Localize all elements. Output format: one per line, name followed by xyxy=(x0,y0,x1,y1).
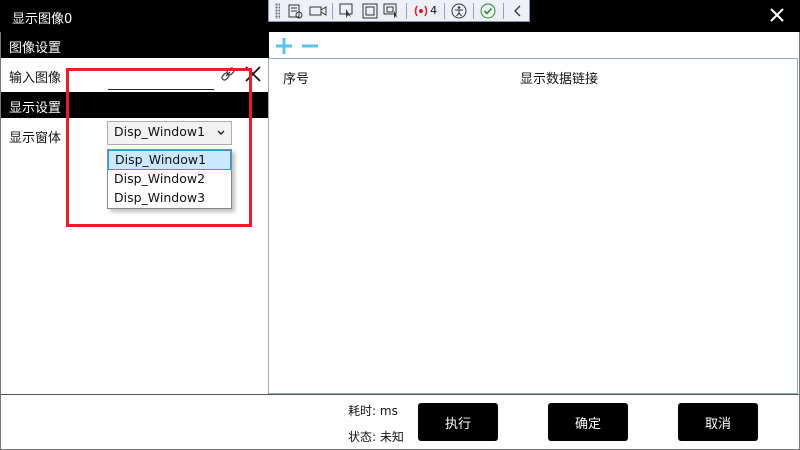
toolbar-separator xyxy=(502,2,504,19)
track-focused-element-icon[interactable] xyxy=(381,1,403,21)
combo-selected-value: Disp_Window1 xyxy=(114,124,206,139)
image-settings-header: 图像设置 xyxy=(1,32,269,58)
grip-handle-icon[interactable] xyxy=(275,2,281,19)
input-image-label: 输入图像 xyxy=(9,71,62,86)
toolbar-separator xyxy=(406,2,408,19)
close-icon[interactable] xyxy=(768,6,786,24)
input-image-field[interactable] xyxy=(108,89,214,90)
live-visual-tree-icon[interactable] xyxy=(284,1,306,21)
debug-toolbar: 4 xyxy=(268,0,530,22)
data-link-panel: 序号 显示数据链接 xyxy=(268,32,798,394)
status-label: 状态: xyxy=(348,430,377,444)
accessibility-icon[interactable] xyxy=(448,1,470,21)
elapsed-time: 耗时: ms xyxy=(348,402,398,419)
status-value: 未知 xyxy=(379,430,404,444)
status-indicator: 状态: 未知 xyxy=(348,428,404,445)
dropdown-option[interactable]: Disp_Window2 xyxy=(108,170,231,190)
toolbar-separator xyxy=(444,2,445,19)
window-title: 显示图像0 xyxy=(12,12,73,27)
elapsed-time-value: ms xyxy=(379,404,398,418)
run-button[interactable]: 执行 xyxy=(418,403,498,441)
property-panel: 图像设置 输入图像 显示设置 显示窗体 xyxy=(0,32,269,394)
clear-link-icon[interactable] xyxy=(244,65,262,83)
dropdown-option[interactable]: Disp_Window3 xyxy=(108,189,231,209)
ok-button[interactable]: 确定 xyxy=(548,403,628,441)
hot-reload-ok-icon[interactable] xyxy=(477,1,499,21)
footer-bar: 耗时: ms 状态: 未知 执行 确定 取消 xyxy=(0,394,800,450)
display-settings-header: 显示设置 xyxy=(1,92,269,118)
display-layout-adorners-icon[interactable] xyxy=(358,1,380,21)
column-header-index[interactable]: 序号 xyxy=(283,68,309,87)
binding-failures-indicator[interactable]: 4 xyxy=(410,4,441,17)
record-video-icon[interactable] xyxy=(307,1,329,21)
cancel-button[interactable]: 取消 xyxy=(678,403,758,441)
binding-failure-count: 4 xyxy=(430,4,438,17)
display-window-label: 显示窗体 xyxy=(9,131,62,146)
collapse-toolbar-icon[interactable] xyxy=(507,1,529,21)
binding-failure-icon xyxy=(414,5,428,16)
elapsed-time-label: 耗时: xyxy=(348,404,377,418)
column-header-data-link[interactable]: 显示数据链接 xyxy=(520,68,598,87)
minus-icon[interactable] xyxy=(300,36,320,56)
data-link-table: 序号 显示数据链接 xyxy=(268,58,798,394)
link-icon[interactable] xyxy=(220,66,236,82)
dropdown-option[interactable]: Disp_Window1 xyxy=(108,150,231,170)
window-border xyxy=(0,32,1,450)
display-window-dropdown: Disp_Window1 Disp_Window2 Disp_Window3 xyxy=(107,149,232,209)
toolbar-separator xyxy=(473,2,475,19)
plus-icon[interactable] xyxy=(274,36,294,56)
select-element-icon[interactable] xyxy=(336,1,358,21)
toolbar-separator xyxy=(332,2,333,19)
chevron-down-icon xyxy=(217,130,225,135)
display-window-combo[interactable]: Disp_Window1 xyxy=(107,121,232,145)
